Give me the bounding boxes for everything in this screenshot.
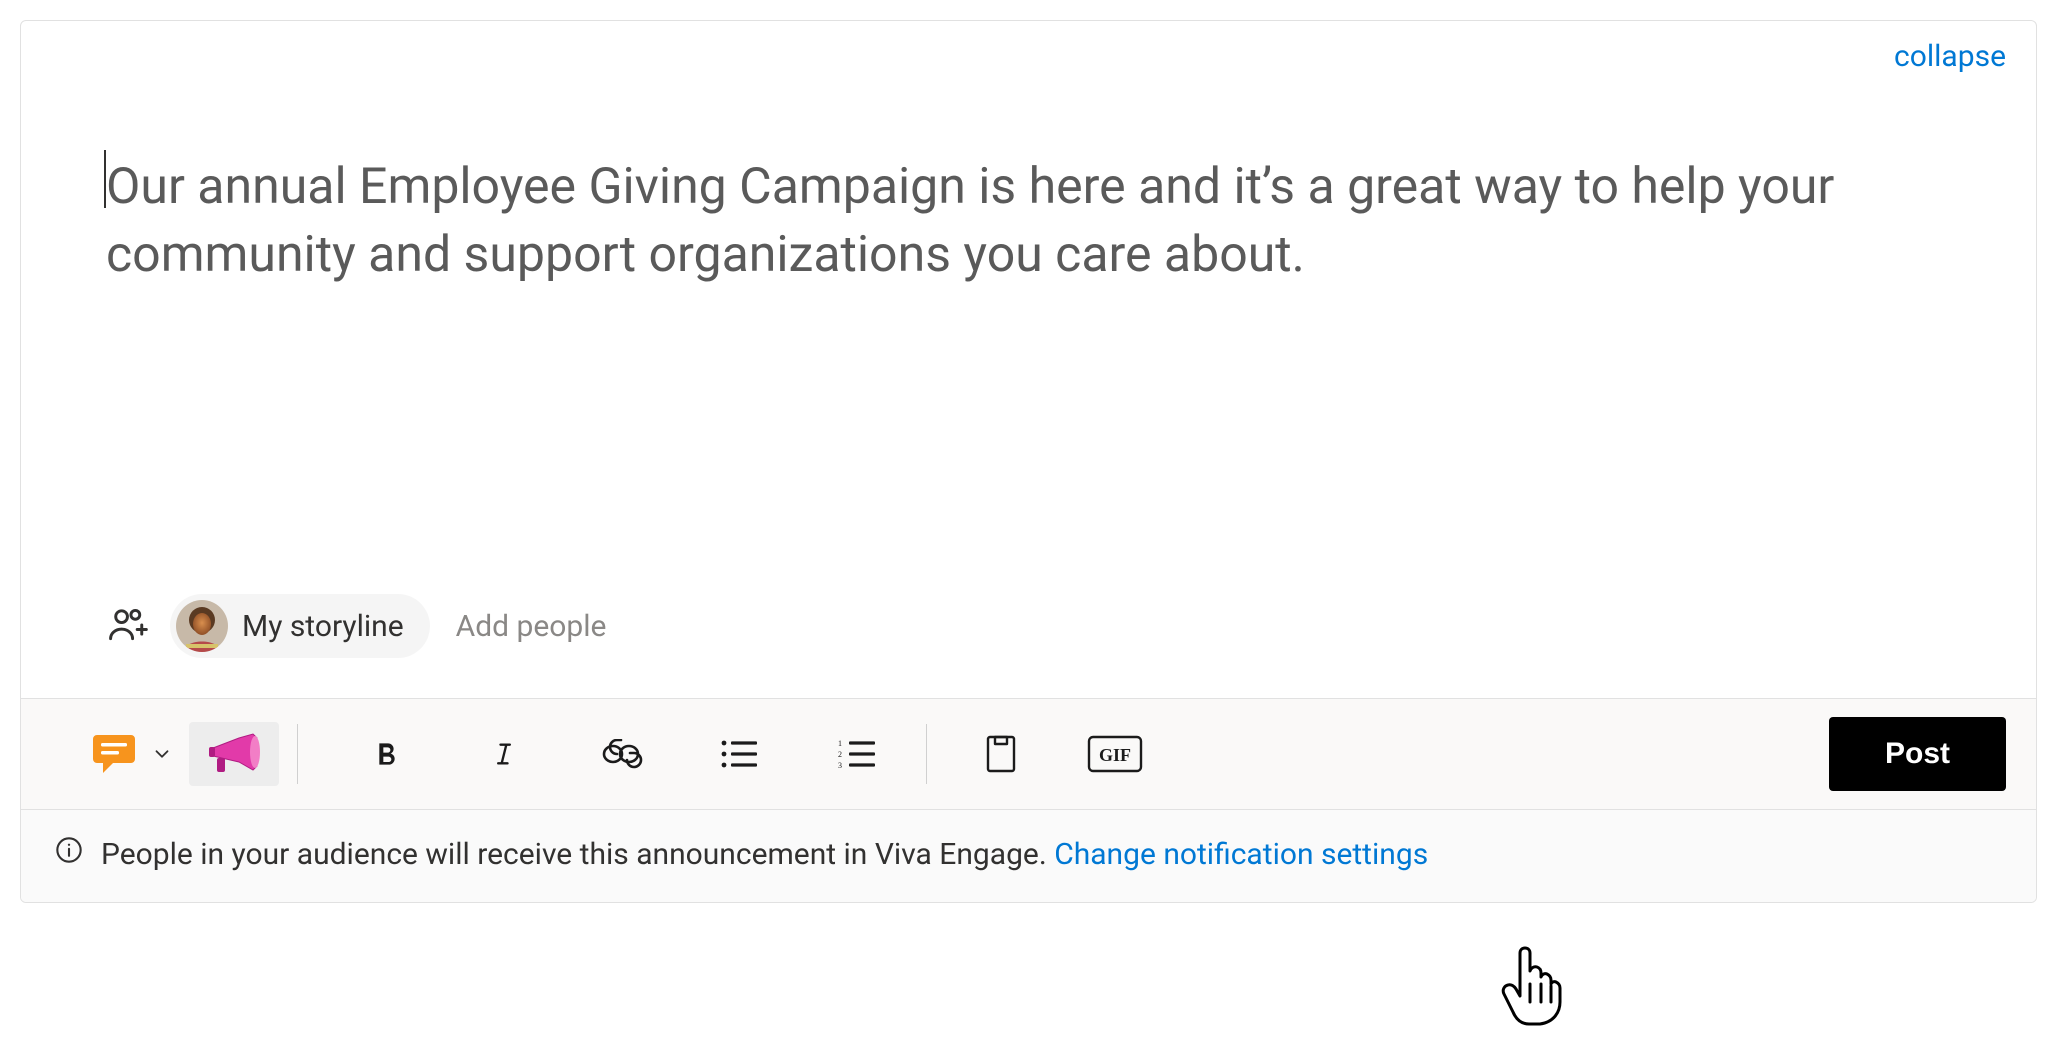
composer-toolbar: 1 2 3 [21, 698, 2036, 809]
collapse-link[interactable]: collapse [1894, 39, 2006, 74]
numbered-list-button[interactable]: 1 2 3 [818, 722, 898, 786]
recipient-pill-my-storyline[interactable]: My storyline [170, 594, 430, 658]
svg-text:1: 1 [838, 739, 842, 748]
post-composer-card: collapse Our annual Employee Giving Camp… [20, 20, 2037, 903]
info-icon [55, 836, 83, 872]
add-people-input[interactable]: Add people [456, 609, 607, 644]
avatar [176, 600, 228, 652]
link-button[interactable] [582, 722, 662, 786]
svg-text:3: 3 [838, 761, 842, 770]
attach-file-button[interactable] [961, 722, 1041, 786]
composer-body-area[interactable]: Our annual Employee Giving Campaign is h… [21, 74, 2036, 594]
italic-button[interactable] [464, 722, 544, 786]
chevron-down-icon[interactable] [147, 722, 177, 786]
recipient-pill-label: My storyline [242, 609, 404, 644]
toolbar-separator [926, 724, 927, 784]
svg-text:GIF: GIF [1099, 745, 1131, 765]
post-button[interactable]: Post [1829, 717, 2006, 791]
add-people-icon[interactable] [106, 602, 150, 650]
announcement-toggle-button[interactable] [189, 722, 279, 786]
toolbar-separator [297, 724, 298, 784]
announcement-info-text: People in your audience will receive thi… [101, 837, 1428, 872]
composer-text[interactable]: Our annual Employee Giving Campaign is h… [106, 154, 1951, 289]
change-notification-settings-link[interactable]: Change notification settings [1054, 837, 1428, 872]
composer-header-row: collapse [21, 21, 2036, 74]
bold-button[interactable] [346, 722, 426, 786]
recipients-row: My storyline Add people [21, 594, 2036, 698]
gif-button[interactable]: GIF [1083, 722, 1147, 786]
toolbar-left-group: 1 2 3 [51, 722, 1147, 786]
svg-text:2: 2 [838, 750, 842, 759]
announcement-info-bar: People in your audience will receive thi… [21, 809, 2036, 902]
bulleted-list-button[interactable] [700, 722, 780, 786]
post-type-picker[interactable] [51, 722, 177, 786]
cursor-hand-icon [1495, 940, 1575, 1034]
discussion-type-icon[interactable] [87, 722, 145, 786]
